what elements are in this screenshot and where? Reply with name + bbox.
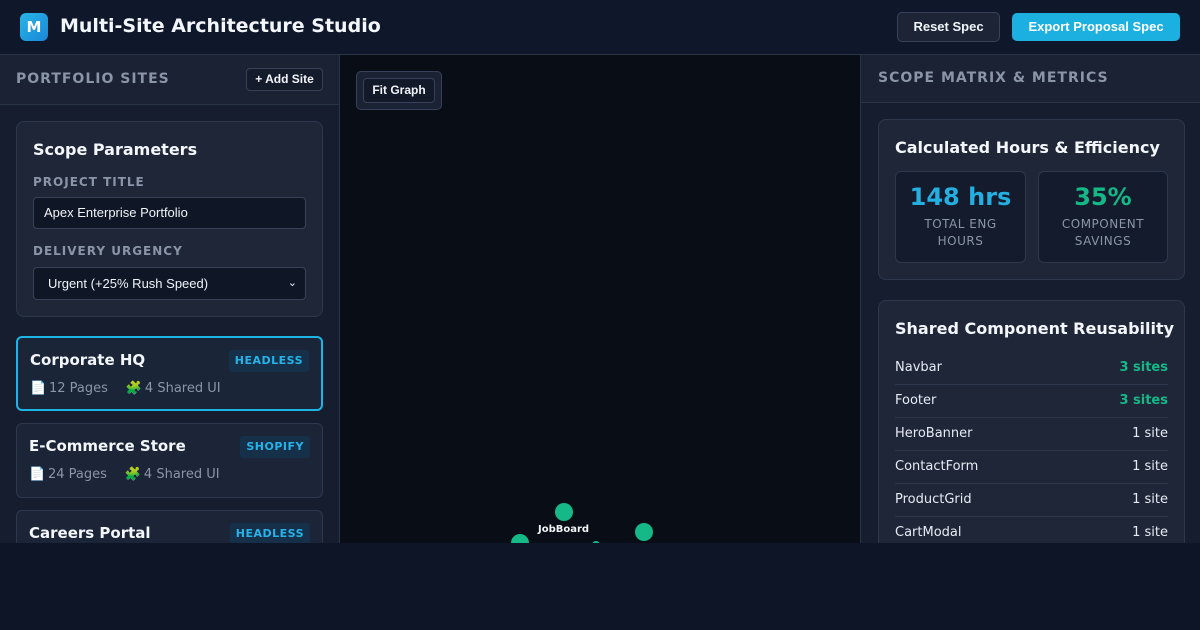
component-name: ContactForm bbox=[895, 459, 979, 474]
component-site-count: 3 sites bbox=[1119, 393, 1168, 408]
app-title: Multi-Site Architecture Studio bbox=[60, 15, 381, 37]
savings-label: COMPONENT SAVINGS bbox=[1061, 217, 1145, 248]
site-platform-badge: HEADLESS bbox=[228, 350, 309, 372]
component-site-count: 1 site bbox=[1132, 525, 1168, 540]
component-name: HeroBanner bbox=[895, 426, 973, 441]
chevron-down-icon: ⌄ bbox=[287, 277, 297, 289]
component-name: Footer bbox=[895, 393, 937, 408]
app-header: M Multi-Site Architecture Studio Reset S… bbox=[0, 0, 1200, 55]
architecture-graph-canvas[interactable]: Fit Graph JobBoard bbox=[340, 55, 860, 543]
hours-card-title: Calculated Hours & Efficiency bbox=[895, 138, 1160, 157]
app-logo-icon: M bbox=[20, 13, 48, 41]
graph-node-label: JobBoard bbox=[538, 524, 590, 535]
component-name: CartModal bbox=[895, 525, 962, 540]
graph-node[interactable] bbox=[511, 534, 529, 543]
component-row: CartModal 1 site bbox=[895, 517, 1168, 543]
puzzle-icon: 🧩 bbox=[124, 467, 142, 482]
site-page-count: 12 Pages bbox=[49, 381, 108, 396]
site-meta: 📄 24 Pages 🧩 4 Shared UI bbox=[29, 467, 220, 482]
component-row: HeroBanner 1 site bbox=[895, 418, 1168, 451]
site-shared-count: 4 Shared UI bbox=[144, 381, 221, 396]
metrics-header: SCOPE MATRIX & METRICS bbox=[861, 55, 1200, 103]
hours-efficiency-card: Calculated Hours & Efficiency 148 hrs TO… bbox=[878, 119, 1185, 280]
savings-value: 35% bbox=[1074, 183, 1132, 211]
total-hours-value: 148 hrs bbox=[909, 183, 1012, 211]
graph-node[interactable] bbox=[635, 523, 653, 541]
sidebar-header: PORTFOLIO SITES + Add Site bbox=[0, 55, 339, 105]
site-platform-badge: HEADLESS bbox=[229, 523, 310, 543]
page-icon: 📄 bbox=[29, 467, 46, 482]
project-title-label: PROJECT TITLE bbox=[33, 175, 145, 189]
graph-toolbar: Fit Graph bbox=[356, 71, 442, 110]
total-hours-metric: 148 hrs TOTAL ENG HOURS bbox=[895, 171, 1026, 263]
metrics-title: SCOPE MATRIX & METRICS bbox=[878, 70, 1109, 86]
site-name: Careers Portal bbox=[29, 524, 151, 542]
component-row: Navbar 3 sites bbox=[895, 352, 1168, 385]
component-reusability-card: Shared Component Reusability Navbar 3 si… bbox=[878, 300, 1185, 543]
delivery-urgency-select[interactable]: Urgent (+25% Rush Speed) ⌄ bbox=[33, 267, 306, 300]
reset-spec-button[interactable]: Reset Spec bbox=[897, 12, 1000, 42]
metrics-panel: SCOPE MATRIX & METRICS Calculated Hours … bbox=[860, 55, 1200, 543]
site-card[interactable]: Corporate HQ HEADLESS 📄 12 Pages 🧩 4 Sha… bbox=[16, 336, 323, 411]
site-card[interactable]: Careers Portal HEADLESS bbox=[16, 510, 323, 543]
component-savings-metric: 35% COMPONENT SAVINGS bbox=[1038, 171, 1168, 263]
component-row: Footer 3 sites bbox=[895, 385, 1168, 418]
sidebar-title: PORTFOLIO SITES bbox=[16, 71, 170, 87]
site-name: E-Commerce Store bbox=[29, 437, 186, 455]
site-card[interactable]: E-Commerce Store SHOPIFY 📄 24 Pages 🧩 4 … bbox=[16, 423, 323, 498]
scope-title: Scope Parameters bbox=[33, 140, 198, 159]
component-site-count: 1 site bbox=[1132, 459, 1168, 474]
total-hours-label: TOTAL ENG HOURS bbox=[924, 217, 997, 248]
puzzle-icon: 🧩 bbox=[125, 381, 143, 396]
delivery-urgency-label: DELIVERY URGENCY bbox=[33, 244, 183, 258]
fit-graph-button[interactable]: Fit Graph bbox=[363, 78, 435, 103]
graph-node[interactable] bbox=[592, 541, 600, 543]
scope-parameters-card: Scope Parameters PROJECT TITLE Apex Ente… bbox=[16, 121, 323, 317]
add-site-button[interactable]: + Add Site bbox=[246, 68, 323, 91]
component-row: ContactForm 1 site bbox=[895, 451, 1168, 484]
component-name: ProductGrid bbox=[895, 492, 972, 507]
graph-node[interactable] bbox=[555, 503, 573, 521]
portfolio-sidebar: PORTFOLIO SITES + Add Site Scope Paramet… bbox=[0, 55, 340, 543]
site-meta: 📄 12 Pages 🧩 4 Shared UI bbox=[30, 381, 221, 396]
component-row: ProductGrid 1 site bbox=[895, 484, 1168, 517]
component-name: Navbar bbox=[895, 360, 942, 375]
component-site-count: 1 site bbox=[1132, 492, 1168, 507]
component-site-count: 1 site bbox=[1132, 426, 1168, 441]
export-proposal-button[interactable]: Export Proposal Spec bbox=[1012, 13, 1180, 41]
site-platform-badge: SHOPIFY bbox=[240, 436, 310, 458]
site-name: Corporate HQ bbox=[30, 351, 146, 369]
component-site-count: 3 sites bbox=[1119, 360, 1168, 375]
project-title-input[interactable]: Apex Enterprise Portfolio bbox=[33, 197, 306, 229]
page-icon: 📄 bbox=[30, 381, 47, 396]
reuse-card-title: Shared Component Reusability bbox=[895, 319, 1175, 338]
site-shared-count: 4 Shared UI bbox=[143, 467, 220, 482]
delivery-urgency-value: Urgent (+25% Rush Speed) bbox=[48, 276, 209, 291]
site-page-count: 24 Pages bbox=[48, 467, 107, 482]
